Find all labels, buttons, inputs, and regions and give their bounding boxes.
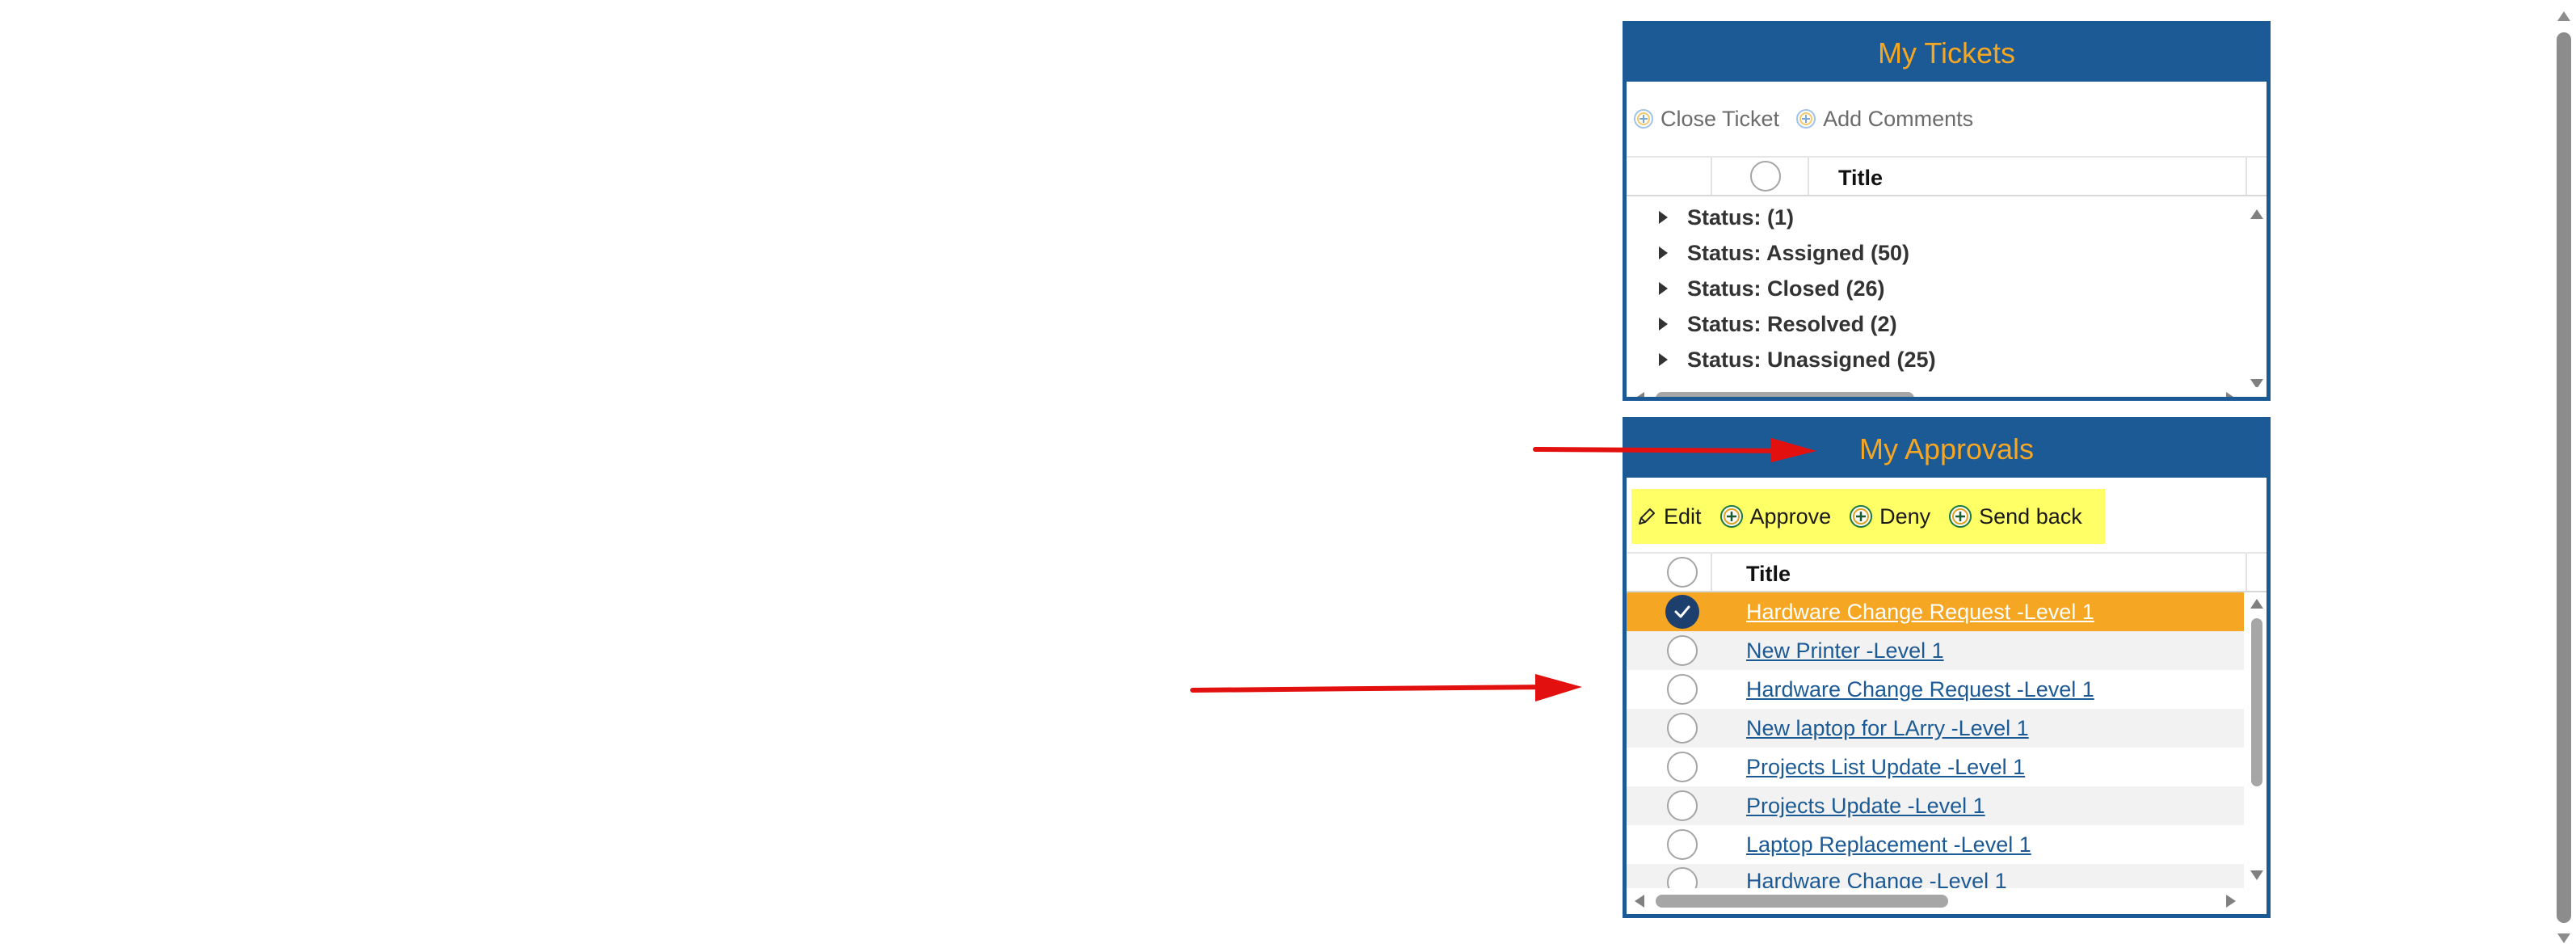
deny-button[interactable]: Deny	[1849, 504, 1930, 529]
add-circle-icon	[1796, 109, 1816, 129]
horizontal-scrollbar[interactable]	[1627, 890, 2267, 912]
page-scroll-down-arrow-icon[interactable]	[2557, 933, 2570, 943]
table-row[interactable]: New Printer -Level 1	[1627, 631, 2244, 670]
scroll-up-arrow-icon[interactable]	[2250, 209, 2263, 219]
row-checkbox[interactable]	[1667, 867, 1698, 888]
close-ticket-label: Close Ticket	[1661, 106, 1780, 131]
add-circle-icon	[1634, 109, 1653, 129]
vertical-scrollbar[interactable]	[2246, 592, 2267, 887]
title-column-header[interactable]: Title	[1746, 562, 1791, 587]
status-group-row[interactable]: Status: (1)	[1627, 200, 2244, 235]
row-checkbox[interactable]	[1667, 713, 1698, 744]
scroll-left-arrow-icon[interactable]	[1635, 392, 1644, 397]
approval-title-link[interactable]: Hardware Change Request -Level 1	[1746, 600, 2094, 625]
status-group-row[interactable]: Status: Assigned (50)	[1627, 235, 2244, 271]
row-checkbox[interactable]	[1667, 829, 1698, 860]
status-group-row[interactable]: Status: Unassigned (25)	[1627, 342, 2244, 377]
horizontal-scrollbar[interactable]	[1627, 387, 2267, 397]
table-row[interactable]: Hardware Change Request -Level 1	[1627, 670, 2244, 709]
approval-title-link[interactable]: New Printer -Level 1	[1746, 638, 1944, 664]
horizontal-scroll-thumb[interactable]	[1656, 895, 1948, 908]
scroll-right-arrow-icon[interactable]	[2226, 895, 2236, 908]
status-group-label: Status: Assigned (50)	[1687, 240, 1910, 265]
vertical-scroll-thumb[interactable]	[2251, 618, 2262, 786]
approval-title-link[interactable]: Hardware Change Request -Level 1	[1746, 677, 2094, 702]
page-vertical-scrollbar[interactable]	[2557, 32, 2571, 923]
table-row[interactable]: Projects List Update -Level 1	[1627, 748, 2244, 786]
my-approvals-toolbar: Edit Approve Deny Send back	[1631, 489, 2105, 544]
column-divider	[2246, 158, 2247, 195]
add-comments-label: Add Comments	[1823, 106, 1974, 131]
page-scroll-up-arrow-icon[interactable]	[2557, 11, 2570, 21]
expand-caret-icon[interactable]	[1659, 353, 1668, 366]
expand-caret-icon[interactable]	[1659, 282, 1668, 295]
approve-button[interactable]: Approve	[1719, 503, 1832, 529]
approval-title-link[interactable]: Hardware Change -Level 1	[1746, 869, 2007, 888]
title-column-header[interactable]: Title	[1838, 166, 1883, 191]
scroll-right-arrow-icon[interactable]	[2226, 392, 2236, 397]
status-group-label: Status: Closed (26)	[1687, 276, 1885, 301]
table-row[interactable]: Hardware Change Request -Level 1	[1627, 592, 2244, 631]
expand-caret-icon[interactable]	[1659, 211, 1668, 224]
my-tickets-grid-header: Title	[1627, 156, 2267, 196]
table-row[interactable]: Laptop Replacement -Level 1	[1627, 825, 2244, 864]
column-divider	[1808, 158, 1809, 195]
status-group-row[interactable]: Status: Resolved (2)	[1627, 306, 2244, 342]
row-checkbox[interactable]	[1667, 635, 1698, 666]
pencil-icon	[1639, 508, 1655, 525]
scroll-left-arrow-icon[interactable]	[1635, 895, 1644, 908]
approval-title-link[interactable]: Laptop Replacement -Level 1	[1746, 832, 2031, 857]
add-circle-icon	[1719, 505, 1743, 528]
deny-label: Deny	[1879, 503, 1931, 529]
status-group-label: Status: Resolved (2)	[1687, 311, 1897, 336]
scroll-down-arrow-icon[interactable]	[2250, 870, 2263, 880]
select-all-checkbox[interactable]	[1750, 161, 1781, 192]
my-tickets-toolbar: Close Ticket Add Comments	[1627, 86, 2267, 152]
send-back-button[interactable]: Send back	[1948, 504, 2082, 529]
column-divider	[1711, 554, 1712, 591]
status-group-label: Status: (1)	[1687, 204, 1795, 230]
add-circle-icon	[1850, 505, 1873, 528]
scroll-up-arrow-icon[interactable]	[2250, 599, 2263, 609]
my-tickets-title: My Tickets	[1877, 36, 2015, 70]
column-divider	[2246, 554, 2247, 591]
edit-button[interactable]: Edit	[1636, 504, 1702, 529]
approve-label: Approve	[1749, 503, 1832, 529]
close-ticket-button[interactable]: Close Ticket	[1633, 107, 1779, 132]
expand-caret-icon[interactable]	[1659, 246, 1668, 259]
approval-title-link[interactable]: Projects Update -Level 1	[1746, 794, 1985, 819]
table-row[interactable]: Projects Update -Level 1	[1627, 786, 2244, 825]
approval-title-link[interactable]: New laptop for LArry -Level 1	[1746, 716, 2029, 741]
my-approvals-grid-header: Title	[1627, 552, 2267, 592]
select-all-checkbox[interactable]	[1667, 557, 1698, 588]
status-group-row[interactable]: Status: Closed (26)	[1627, 271, 2244, 306]
row-checkbox[interactable]	[1667, 674, 1698, 705]
expand-caret-icon[interactable]	[1659, 318, 1668, 331]
add-circle-icon	[1949, 505, 1972, 528]
row-checkbox[interactable]	[1667, 752, 1698, 782]
edit-label: Edit	[1664, 503, 1702, 529]
row-checkbox[interactable]	[1667, 790, 1698, 821]
send-back-label: Send back	[1979, 503, 2082, 529]
red-arrow-annotation-icon	[1190, 674, 1582, 702]
my-tickets-panel: My Tickets Close Ticket Add Comments Tit…	[1623, 21, 2271, 401]
row-checked-icon[interactable]	[1665, 595, 1699, 629]
vertical-scrollbar[interactable]	[2246, 200, 2267, 389]
table-row[interactable]: Hardware Change -Level 1	[1627, 864, 2244, 888]
red-arrow-annotation-icon	[1533, 438, 1816, 462]
my-approvals-panel: My Approvals Edit Approve Deny Send back…	[1623, 417, 2271, 918]
approval-title-link[interactable]: Projects List Update -Level 1	[1746, 755, 2025, 780]
add-comments-button[interactable]: Add Comments	[1795, 107, 1973, 132]
checkmark-icon	[1674, 605, 1690, 618]
column-divider	[1711, 158, 1712, 195]
status-group-label: Status: Unassigned (25)	[1687, 347, 1936, 372]
my-approvals-title: My Approvals	[1858, 432, 2035, 466]
horizontal-scroll-thumb[interactable]	[1656, 392, 1914, 397]
table-row[interactable]: New laptop for LArry -Level 1	[1627, 709, 2244, 748]
my-tickets-header: My Tickets	[1627, 25, 2267, 82]
